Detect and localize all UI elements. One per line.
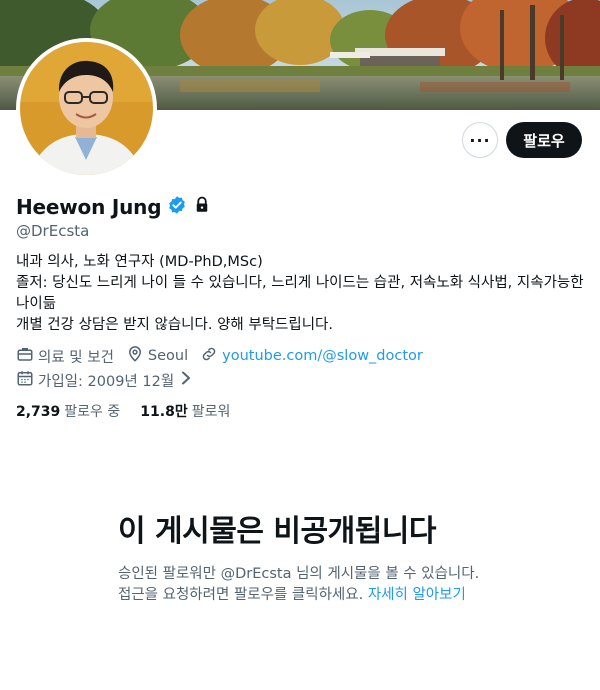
following-count: 2,739 [16,404,61,420]
location-text: Seoul [147,348,189,364]
category-text: 의료 및 보건 [38,349,114,366]
more-icon: ··· [469,130,491,150]
private-notice-description: 승인된 팔로워만 @DrEcsta 님의 게시물을 볼 수 있습니다. 접근을 … [118,564,518,606]
follow-button-label: 팔로우 [523,131,565,150]
profile-meta-row: 의료 및 보건 Seoul youtube.com/@slow_doctor [16,345,435,367]
display-name: Heewon Jung [16,195,162,219]
followers-stat[interactable]: 11.8만 팔로워 [140,401,230,421]
profile-handle: @DrEcsta [16,222,90,240]
category-item: 의료 및 보건 [16,345,114,367]
bio-line: 내과 의사, 노화 연구자 (MD-PhD,MSc) [16,254,263,270]
private-notice-line: 접근을 요청하려면 팔로우를 클릭하세요. 자세히 알아보기 [118,585,518,606]
link-icon [200,345,222,367]
profile-stats: 2,739 팔로우 중 11.8만 팔로워 [16,401,250,421]
following-label: 팔로우 중 [64,404,121,420]
private-notice-line2-text: 접근을 요청하려면 팔로우를 클릭하세요. [118,587,364,603]
location-item: Seoul [126,345,188,367]
profile-avatar[interactable] [16,38,157,179]
private-account-notice: 이 게시물은 비공개됩니다 승인된 팔로워만 @DrEcsta 님의 게시물을 … [118,506,518,606]
followers-count: 11.8만 [140,404,188,420]
calendar-icon [16,369,38,391]
chevron-right-icon [180,371,196,389]
profile-bio: 내과 의사, 노화 연구자 (MD-PhD,MSc) 졸저: 당신도 느리게 나… [16,252,586,336]
learn-more-link[interactable]: 자세히 알아보기 [368,587,466,603]
lock-icon[interactable] [193,196,211,218]
profile-name-row: Heewon Jung [16,195,211,219]
following-stat[interactable]: 2,739 팔로우 중 [16,401,120,421]
bio-line: 개별 건강 상담은 받지 않습니다. 양해 부탁드립니다. [16,317,334,333]
joined-item[interactable]: 가입일: 2009년 12월 [16,369,196,391]
more-options-button[interactable]: ··· [462,122,498,158]
private-notice-title: 이 게시물은 비공개됩니다 [118,514,437,549]
joined-text: 가입일: 2009년 12월 [38,373,175,390]
follow-button[interactable]: 팔로우 [506,122,582,158]
website-item[interactable]: youtube.com/@slow_doctor [200,345,423,367]
website-link[interactable]: youtube.com/@slow_doctor [222,348,423,364]
bio-line: 졸저: 당신도 느리게 나이 들 수 있습니다, 느리게 나이드는 습관, 저속… [16,275,584,312]
verified-badge-icon[interactable] [167,195,187,219]
briefcase-icon [16,345,38,367]
private-notice-line: 승인된 팔로워만 @DrEcsta 님의 게시물을 볼 수 있습니다. [118,566,480,582]
location-pin-icon [126,345,148,367]
followers-label: 팔로워 [191,404,231,420]
profile-joined-row: 가입일: 2009년 12월 [16,369,208,391]
